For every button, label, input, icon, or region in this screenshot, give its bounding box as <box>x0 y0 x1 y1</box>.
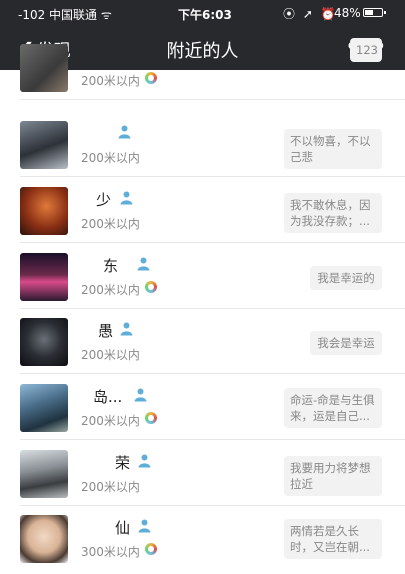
gender-icon <box>138 454 151 468</box>
gender-icon <box>137 257 150 271</box>
avatar <box>20 515 68 563</box>
list-item[interactable]: 200米以内 123 <box>0 36 405 100</box>
list-item[interactable]: 少 200米以内 我不敢休息，因为我没存款；... <box>0 179 405 243</box>
avatar <box>20 187 68 235</box>
moments-ring-icon <box>145 543 157 555</box>
avatar <box>20 384 68 432</box>
user-name: 岛... <box>93 388 123 406</box>
signature-bubble: 不以物喜，不以己悲 <box>284 129 382 169</box>
gender-icon <box>134 388 147 402</box>
user-name: 东 <box>103 257 119 275</box>
avatar <box>20 253 68 301</box>
gender-icon <box>120 191 133 205</box>
avatar <box>20 450 68 498</box>
user-name: 愚 <box>98 322 114 340</box>
status-bar: -102 中国联通 ᯤ 下午6:03 ⦿ ➚ ⏰ 48% <box>0 0 405 26</box>
signature-bubble: 命运-命是与生俱来，运是自己... <box>284 388 382 428</box>
signature-bubble: 我会是幸运 <box>310 331 382 355</box>
moments-ring-icon <box>145 412 157 424</box>
signature-bubble: 我要用力将梦想拉近 <box>284 456 382 496</box>
status-icons: ⦿ ➚ ⏰ <box>283 7 338 21</box>
gender-icon <box>138 519 151 533</box>
gender-icon <box>118 125 131 139</box>
carrier-label: -102 中国联通 ᯤ <box>18 8 112 22</box>
distance-label: 200米以内 <box>81 151 140 165</box>
user-name: 少 <box>96 191 112 209</box>
moments-ring-icon <box>145 281 157 293</box>
avatar <box>20 318 68 366</box>
signature-bubble: 我不敢休息，因为我没存款；... <box>284 193 382 233</box>
list-item[interactable]: 东 200米以内 我是幸运的 <box>0 245 405 309</box>
distance-label: 200米以内 <box>81 283 140 297</box>
avatar <box>20 121 68 169</box>
distance-label: 200米以内 <box>81 480 140 494</box>
signature-bubble: 我是幸运的 <box>310 266 382 290</box>
distance-label: 200米以内 <box>81 348 140 362</box>
list-item[interactable]: 仙 300米以内 两情若是久长时，又岂在朝... <box>0 507 405 571</box>
signature-bubble: 123 <box>350 38 382 62</box>
avatar <box>20 44 68 92</box>
distance-label: 200米以内 <box>81 414 140 428</box>
wifi-icon: ᯤ <box>100 8 112 22</box>
list-item[interactable]: 岛... 200米以内 命运-命是与生俱来，运是自己... <box>0 376 405 440</box>
distance-label: 300米以内 <box>81 545 140 559</box>
list-item[interactable]: 200米以内 不以物喜，不以己悲 <box>0 113 405 177</box>
clock: 下午6:03 <box>178 8 232 22</box>
distance-label: 200米以内 <box>81 74 140 88</box>
list-item[interactable]: 愚 200米以内 我会是幸运 <box>0 310 405 374</box>
battery-icon <box>363 8 386 17</box>
user-name: 仙 <box>115 519 131 537</box>
gender-icon <box>120 322 133 336</box>
distance-label: 200米以内 <box>81 217 140 231</box>
moments-ring-icon <box>145 72 157 84</box>
user-name: 荣 <box>115 454 131 472</box>
battery-percent: 48% <box>334 6 361 20</box>
signature-bubble: 两情若是久长时，又岂在朝... <box>284 519 382 559</box>
list-item[interactable]: 荣 200米以内 我要用力将梦想拉近 <box>0 442 405 506</box>
